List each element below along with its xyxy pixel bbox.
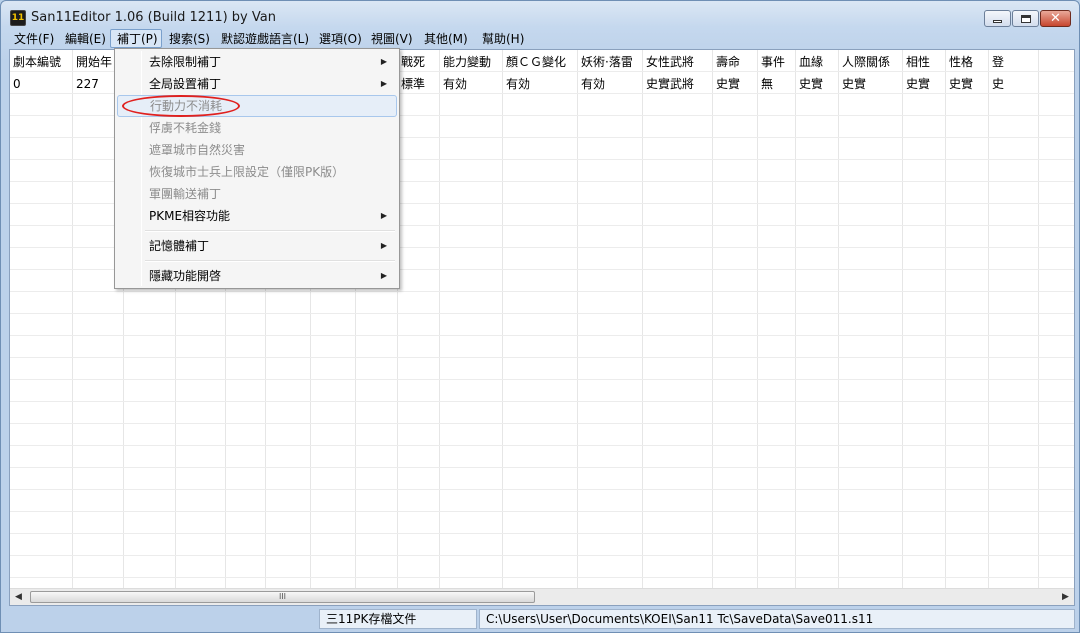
table-cell[interactable]: 有効 [440,73,503,95]
menu-4[interactable]: 默認遊戲語言(L) [214,29,312,48]
table-cell[interactable]: 0 [10,73,73,95]
status-file-path: C:\Users\User\Documents\KOEI\San11 Tc\Sa… [479,609,1075,629]
menu-6[interactable]: 視圖(V) [364,29,417,48]
grid-row-line [10,512,1074,534]
horizontal-scrollbar[interactable]: ◀ III ▶ [10,588,1074,605]
table-cell[interactable]: 史實 [946,73,989,95]
menu-7[interactable]: 其他(M) [417,29,475,48]
app-icon[interactable]: 11 [10,10,26,26]
patch-menu-item-3[interactable]: 俘虜不耗金錢 [117,117,397,139]
menu-8[interactable]: 幫助(H) [475,29,527,48]
submenu-arrow-icon: ▶ [380,79,387,88]
column-header[interactable]: 相性 [903,51,946,73]
maximize-button[interactable] [1012,10,1039,27]
patch-menu-item-label: 去除限制補丁 [149,55,222,69]
column-header[interactable]: 能力變動 [440,51,503,73]
maximize-icon [1020,14,1031,23]
grid-row-line [10,314,1074,336]
column-header[interactable]: 妖術·落雷 [578,51,643,73]
column-header[interactable]: 女性武將 [643,51,713,73]
window-title: San11Editor 1.06 (Build 1211) by Van [31,10,276,25]
column-header[interactable]: 壽命 [713,51,758,73]
annotation-ellipse [122,95,240,117]
menu-5[interactable]: 選項(O) [312,29,364,48]
grid-row-line [10,358,1074,380]
status-bar: 三11PK存檔文件 C:\Users\User\Documents\KOEI\S… [1,607,1079,632]
grid-row-line [10,336,1074,358]
patch-menu-item-label: 恢復城市士兵上限設定（僅限PK版） [149,165,345,179]
table-cell[interactable]: 史實 [713,73,758,95]
patch-menu-item-label: 俘虜不耗金錢 [149,121,222,135]
grid-row-line [10,468,1074,490]
table-cell[interactable]: 標準 [398,73,440,95]
scroll-left-arrow-icon[interactable]: ◀ [10,589,27,605]
minimize-icon [993,20,1002,23]
patch-menu-item-9[interactable]: 記憶體補丁 ▶ [117,235,397,257]
column-header[interactable]: 事件 [758,51,796,73]
menu-3[interactable]: 搜索(S) [162,29,214,48]
status-file-type: 三11PK存檔文件 [319,609,477,629]
menu-separator [145,230,395,232]
column-header[interactable]: 血緣 [796,51,839,73]
patch-menu-item-label: PKME相容功能 [149,209,231,223]
grid-row-line [10,490,1074,512]
grid-row-line [10,380,1074,402]
menu-1[interactable]: 編輯(E) [58,29,110,48]
column-header[interactable]: 人際關係 [839,51,903,73]
menu-2[interactable]: 補丁(P) [110,28,162,48]
column-header[interactable]: 顏ＣＧ變化 [503,51,578,73]
table-cell[interactable]: 無 [758,73,796,95]
close-button[interactable]: ✕ [1040,10,1071,27]
scroll-right-arrow-icon[interactable]: ▶ [1057,589,1074,605]
submenu-arrow-icon: ▶ [380,211,387,220]
column-header[interactable]: 劇本編號 [10,51,73,73]
grid-row-line [10,446,1074,468]
minimize-button[interactable] [984,10,1011,27]
patch-menu-item-7[interactable]: PKME相容功能 ▶ [117,205,397,227]
submenu-arrow-icon: ▶ [380,241,387,250]
column-header[interactable]: 登 [989,51,1039,73]
column-header[interactable]: 戰死 [398,51,440,73]
table-cell[interactable]: 史實 [839,73,903,95]
patch-menu-item-label: 隱藏功能開啓 [149,269,222,283]
table-cell[interactable]: 史實 [903,73,946,95]
patch-menu-item-label: 遮罩城市自然災害 [149,143,246,157]
grid-row-line [10,424,1074,446]
table-cell[interactable]: 史 [989,73,1039,95]
patch-menu-item-6[interactable]: 軍團輸送補丁 [117,183,397,205]
grid-row-line [10,402,1074,424]
menu-0[interactable]: 文件(F) [7,29,58,48]
grid-row-line [10,556,1074,578]
patch-menu-item-1[interactable]: 全局設置補丁 ▶ [117,73,397,95]
table-cell[interactable]: 有効 [503,73,578,95]
table-cell[interactable]: 史實 [796,73,839,95]
menu-bar: 文件(F) 編輯(E) 補丁(P) 搜索(S) 默認遊戲語言(L) 選項(O) 視圖(V) 其… [7,28,1075,48]
patch-menu-item-0[interactable]: 去除限制補丁 ▶ [117,51,397,73]
patch-menu-item-11[interactable]: 隱藏功能開啓 ▶ [117,265,397,287]
menu-separator [145,260,395,262]
grid-row-line [10,534,1074,556]
patch-dropdown-menu: 去除限制補丁 ▶ 全局設置補丁 ▶ 行動力不消耗 俘虜不耗金錢 遮罩城市自然災害 恢復城市士兵… [114,48,400,289]
patch-menu-item-label: 全局設置補丁 [149,77,222,91]
table-cell[interactable]: 史實武將 [643,73,713,95]
grid-row-line [10,292,1074,314]
patch-menu-item-4[interactable]: 遮罩城市自然災害 [117,139,397,161]
scrollbar-thumb[interactable]: III [30,591,535,603]
patch-menu-item-label: 軍團輸送補丁 [149,187,222,201]
title-bar[interactable]: 11 San11Editor 1.06 (Build 1211) by Van … [1,1,1079,29]
column-header[interactable]: 性格 [946,51,989,73]
submenu-arrow-icon: ▶ [380,57,387,66]
table-cell[interactable]: 有効 [578,73,643,95]
submenu-arrow-icon: ▶ [380,271,387,280]
close-icon: ✕ [1050,11,1061,26]
patch-menu-item-label: 記憶體補丁 [149,239,210,253]
patch-menu-item-5[interactable]: 恢復城市士兵上限設定（僅限PK版） [117,161,397,183]
